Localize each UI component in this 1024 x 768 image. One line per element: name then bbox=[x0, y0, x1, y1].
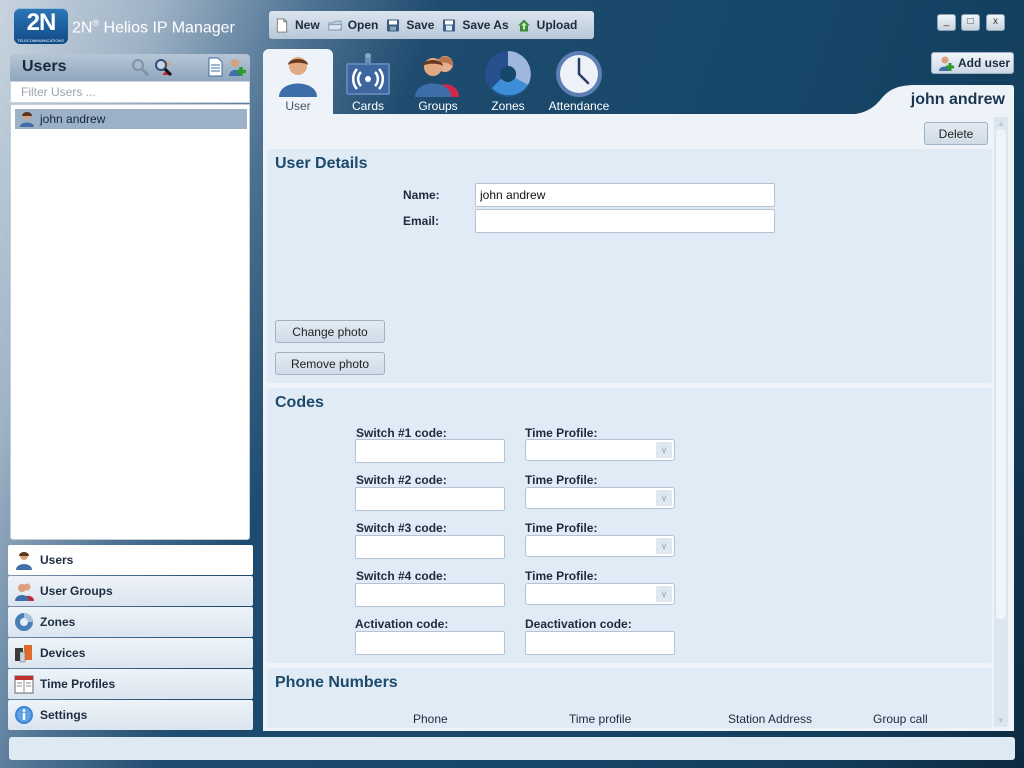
open-button[interactable]: Open bbox=[328, 18, 378, 33]
card-reader-icon bbox=[346, 53, 390, 95]
column-header-station-address[interactable]: Station Address bbox=[728, 712, 812, 726]
minimize-button[interactable]: _ bbox=[937, 14, 956, 31]
email-label: Email: bbox=[403, 214, 440, 228]
tab-groups[interactable]: Groups bbox=[403, 49, 473, 115]
upload-house-icon bbox=[517, 19, 530, 31]
new-button[interactable]: New bbox=[275, 17, 320, 33]
nav-item-zones[interactable]: Zones bbox=[8, 607, 253, 637]
switch-3-code-field[interactable] bbox=[355, 535, 505, 559]
chevron-down-icon: ∨ bbox=[656, 538, 672, 554]
users-panel-header: Users bbox=[10, 54, 250, 81]
email-field[interactable] bbox=[475, 209, 775, 233]
user-icon bbox=[20, 112, 34, 127]
open-folder-icon bbox=[328, 20, 342, 30]
activation-code-label: Activation code: bbox=[355, 617, 449, 631]
add-user-icon bbox=[939, 56, 954, 71]
column-header-time-profile[interactable]: Time profile bbox=[569, 712, 631, 726]
save-disk-icon bbox=[387, 19, 400, 31]
tab-user[interactable]: User bbox=[263, 49, 333, 115]
switch-2-code-field[interactable] bbox=[355, 487, 505, 511]
delete-user-button[interactable]: Delete bbox=[924, 122, 988, 145]
upload-button[interactable]: Upload bbox=[517, 18, 577, 33]
time-profile-1-select[interactable]: ∨ bbox=[525, 439, 675, 461]
switch-4-code-label: Switch #4 code: bbox=[356, 569, 447, 583]
time-profile-3-select[interactable]: ∨ bbox=[525, 535, 675, 557]
switch-3-code-label: Switch #3 code: bbox=[356, 521, 447, 535]
user-icon bbox=[279, 57, 317, 97]
maximize-button[interactable]: □ bbox=[961, 14, 980, 31]
user-icon bbox=[16, 552, 32, 570]
switch-1-code-label: Switch #1 code: bbox=[356, 426, 447, 440]
clock-icon bbox=[556, 51, 602, 97]
switch-4-code-field[interactable] bbox=[355, 583, 505, 607]
scrollbar-thumb[interactable] bbox=[996, 129, 1006, 619]
navigation-accordion: Users User Groups Zones Devices Time Pro… bbox=[8, 545, 253, 731]
nav-item-devices[interactable]: Devices bbox=[8, 638, 253, 668]
time-profile-4-label: Time Profile: bbox=[525, 569, 598, 583]
nav-item-users[interactable]: Users bbox=[8, 545, 253, 575]
save-as-disk-icon bbox=[443, 19, 456, 31]
close-button[interactable]: x bbox=[986, 14, 1005, 31]
add-user-button[interactable]: Add user bbox=[931, 52, 1014, 74]
name-label: Name: bbox=[403, 188, 440, 202]
scroll-up-icon[interactable]: ▲ bbox=[996, 119, 1006, 128]
new-document-icon bbox=[276, 17, 288, 33]
change-photo-button[interactable]: Change photo bbox=[275, 320, 385, 343]
tab-cards[interactable]: Cards bbox=[333, 49, 403, 115]
zones-donut-icon bbox=[485, 51, 531, 97]
time-profile-2-label: Time Profile: bbox=[525, 473, 598, 487]
app-title: 2N® Helios IP Manager bbox=[72, 18, 235, 37]
time-profile-3-label: Time Profile: bbox=[525, 521, 598, 535]
remove-photo-button[interactable]: Remove photo bbox=[275, 352, 385, 375]
user-group-icon bbox=[15, 583, 34, 601]
column-header-group-call[interactable]: Group call bbox=[873, 712, 928, 726]
deactivation-code-label: Deactivation code: bbox=[525, 617, 632, 631]
add-user-icon[interactable] bbox=[227, 57, 247, 77]
chevron-down-icon: ∨ bbox=[656, 490, 672, 506]
switch-1-code-field[interactable] bbox=[355, 439, 505, 463]
zones-icon bbox=[15, 613, 33, 631]
nav-item-user-groups[interactable]: User Groups bbox=[8, 576, 253, 606]
app-logo: 2N TELECOMMUNICATIONS bbox=[14, 8, 68, 44]
nav-item-settings[interactable]: Settings bbox=[8, 700, 253, 730]
current-user-name: john andrew bbox=[910, 91, 1005, 108]
devices-icon bbox=[15, 645, 32, 663]
user-details-section: User Details Name: Email: Change photo R… bbox=[267, 149, 992, 383]
tab-zones[interactable]: Zones bbox=[473, 49, 543, 115]
main-toolbar: New Open Save Save As Upload bbox=[269, 11, 594, 39]
deactivation-code-field[interactable] bbox=[525, 631, 675, 655]
new-list-icon[interactable] bbox=[205, 57, 225, 77]
codes-section: Codes Switch #1 code: Time Profile: ∨ Sw… bbox=[267, 388, 992, 663]
search-user-disabled-icon[interactable] bbox=[130, 57, 150, 77]
activation-code-field[interactable] bbox=[355, 631, 505, 655]
status-bar bbox=[9, 737, 1015, 760]
filter-users-input[interactable] bbox=[10, 81, 250, 103]
tab-attendance[interactable]: Attendance bbox=[544, 49, 614, 115]
switch-2-code-label: Switch #2 code: bbox=[356, 473, 447, 487]
remove-user-filter-icon[interactable] bbox=[153, 57, 173, 77]
main-scrollbar[interactable]: ▲ ▼ bbox=[994, 117, 1008, 727]
time-profile-1-label: Time Profile: bbox=[525, 426, 598, 440]
scroll-down-icon[interactable]: ▼ bbox=[996, 716, 1006, 725]
time-profile-4-select[interactable]: ∨ bbox=[525, 583, 675, 605]
chevron-down-icon: ∨ bbox=[656, 586, 672, 602]
phone-numbers-section: Phone Numbers Phone Time profile Station… bbox=[267, 668, 992, 728]
nav-item-time-profiles[interactable]: Time Profiles bbox=[8, 669, 253, 699]
time-profile-2-select[interactable]: ∨ bbox=[525, 487, 675, 509]
chevron-down-icon: ∨ bbox=[656, 442, 672, 458]
save-button[interactable]: Save bbox=[386, 18, 434, 33]
save-as-button[interactable]: Save As bbox=[442, 18, 509, 33]
info-icon bbox=[15, 706, 33, 724]
calendar-icon bbox=[14, 675, 34, 694]
name-field[interactable] bbox=[475, 183, 775, 207]
column-header-phone[interactable]: Phone bbox=[413, 712, 448, 726]
users-list: john andrew bbox=[10, 104, 250, 540]
list-item[interactable]: john andrew bbox=[15, 109, 247, 129]
groups-icon bbox=[415, 56, 459, 97]
